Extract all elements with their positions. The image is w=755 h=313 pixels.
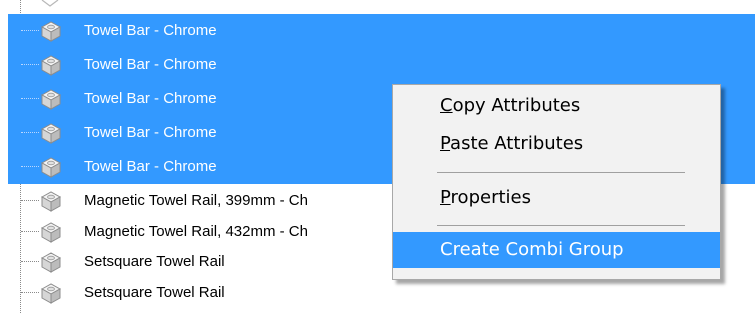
component-block-icon bbox=[40, 222, 62, 243]
tree-connector bbox=[21, 64, 39, 65]
menu-item-label: Create Combi Group bbox=[440, 239, 624, 260]
component-block-icon bbox=[40, 55, 62, 76]
menu-item-label: Copy Attributes bbox=[440, 95, 581, 116]
tree-item-label: Towel Bar - Chrome bbox=[84, 158, 217, 175]
tree-connector bbox=[21, 231, 39, 232]
component-block-icon bbox=[40, 21, 62, 42]
context-menu: Copy Attributes Paste Attributes Propert… bbox=[392, 84, 721, 280]
tree-connector bbox=[21, 166, 39, 167]
menu-separator bbox=[437, 225, 685, 226]
tree-connector bbox=[21, 261, 39, 262]
tree-connector bbox=[21, 200, 39, 201]
menu-item-paste-attributes[interactable]: Paste Attributes bbox=[393, 126, 720, 162]
component-block-icon bbox=[40, 283, 62, 304]
menu-item-copy-attributes[interactable]: Copy Attributes bbox=[393, 88, 720, 124]
tree-connector bbox=[21, 292, 39, 293]
tree-item[interactable]: Towel Bar - Chrome bbox=[0, 48, 755, 81]
tree-item-label: Magnetic Towel Rail, 399mm - Ch bbox=[84, 192, 308, 209]
component-block-icon bbox=[40, 191, 62, 212]
menu-separator bbox=[437, 172, 685, 173]
tree-item-label: Towel Bar - Chrome bbox=[84, 124, 217, 141]
component-block-icon bbox=[40, 157, 62, 178]
menu-item-label: Paste Attributes bbox=[440, 133, 584, 154]
tree-item-label: Towel Bar - Chrome bbox=[84, 22, 217, 39]
tree-item-label: Setsquare Towel Rail bbox=[84, 284, 225, 301]
tree-item[interactable]: Towel Bar - Chrome bbox=[0, 14, 755, 47]
tree-item[interactable]: Setsquare Towel Rail bbox=[0, 276, 755, 309]
tree-item-label: Magnetic Towel Rail, 432mm - Ch bbox=[84, 223, 308, 240]
component-block-icon bbox=[40, 123, 62, 144]
partial-component-icon bbox=[41, 0, 59, 7]
tree-connector bbox=[21, 132, 39, 133]
tree-item-label: Setsquare Towel Rail bbox=[84, 253, 225, 270]
menu-item-label: Properties bbox=[440, 187, 531, 208]
menu-item-create-combi-group[interactable]: Create Combi Group bbox=[393, 232, 720, 268]
component-block-icon bbox=[40, 252, 62, 273]
tree-connector bbox=[21, 30, 39, 31]
tree-item-label: Towel Bar - Chrome bbox=[84, 56, 217, 73]
menu-item-properties[interactable]: Properties bbox=[393, 180, 720, 216]
component-block-icon bbox=[40, 89, 62, 110]
tree-item-label: Towel Bar - Chrome bbox=[84, 90, 217, 107]
tree-connector bbox=[21, 98, 39, 99]
